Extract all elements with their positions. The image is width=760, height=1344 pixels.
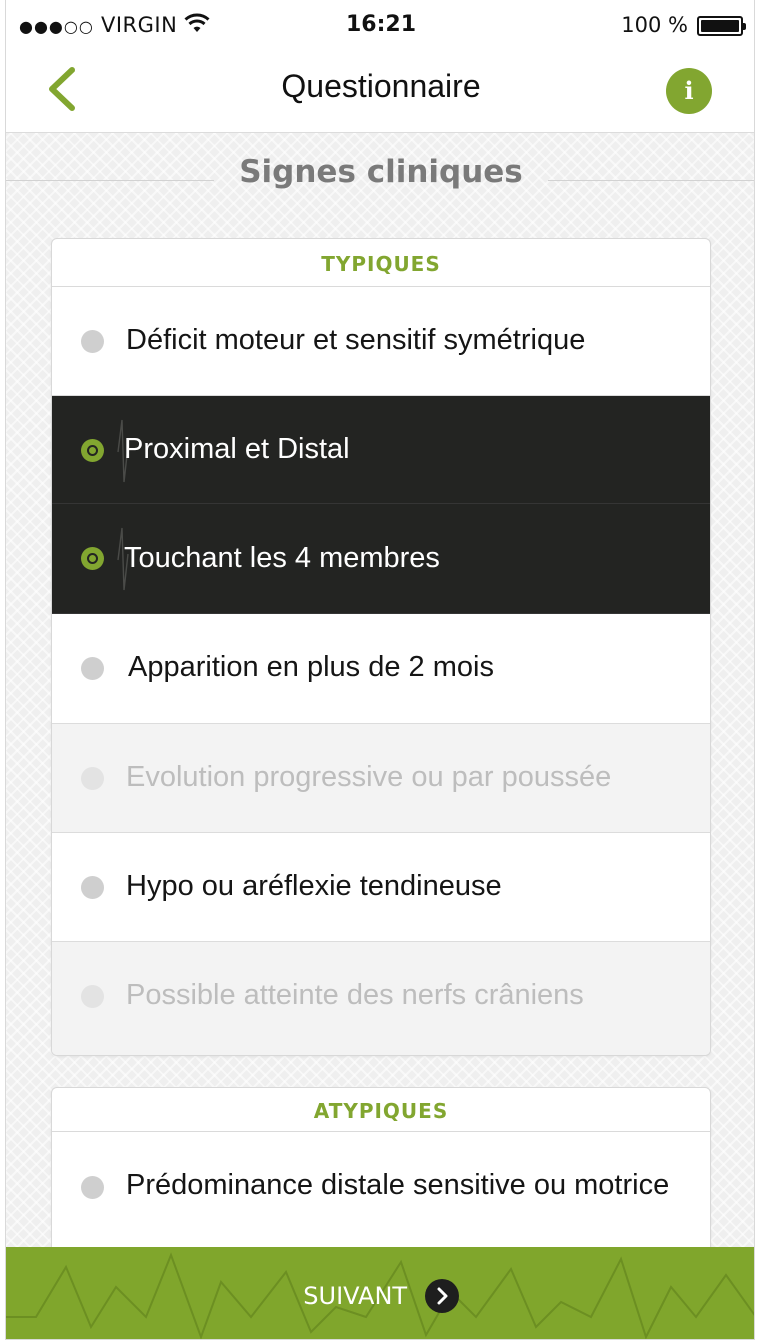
chevron-right-icon	[424, 1279, 459, 1313]
option-label: Apparition en plus de 2 mois	[128, 651, 494, 683]
option-hypo-areflexie[interactable]: Hypo ou aréflexie tendineuse	[52, 833, 710, 942]
option-label: Déficit moteur et sensitif symétrique	[126, 324, 586, 356]
radio-icon	[81, 330, 104, 353]
card-header-atypiques: ATYPIQUES	[52, 1088, 710, 1132]
radio-icon	[81, 1176, 104, 1199]
radio-selected-icon	[81, 439, 104, 462]
radio-icon	[81, 657, 104, 680]
page-title: Questionnaire	[281, 68, 481, 104]
card-typiques: TYPIQUES Déficit moteur et sensitif symé…	[51, 238, 711, 1056]
info-icon[interactable]: i	[666, 68, 712, 114]
next-cta: SUIVANT	[6, 1279, 754, 1313]
option-proximal-distal[interactable]: Proximal et Distal	[52, 396, 710, 504]
status-bar: ●●●○○ VIRGIN 16:21 100 %	[6, 0, 754, 52]
section-title: Signes cliniques	[239, 154, 523, 190]
option-evolution[interactable]: Evolution progressive ou par poussée	[52, 724, 710, 833]
radio-icon	[81, 985, 104, 1008]
option-quatre-membres[interactable]: Touchant les 4 membres	[52, 504, 710, 614]
option-deficit-moteur[interactable]: Déficit moteur et sensitif symétrique	[52, 287, 710, 396]
radio-selected-icon	[81, 547, 104, 570]
option-label: Possible atteinte des nerfs crâniens	[126, 979, 584, 1011]
section-header: Signes cliniques	[6, 154, 754, 200]
card-header-typiques: TYPIQUES	[52, 239, 710, 287]
next-button-label: SUIVANT	[303, 1282, 408, 1310]
option-nerfs-craniens[interactable]: Possible atteinte des nerfs crâniens	[52, 942, 710, 1055]
radio-icon	[81, 876, 104, 899]
app-screen: ●●●○○ VIRGIN 16:21 100 % Questionnaire i…	[5, 0, 755, 1340]
radio-icon	[81, 767, 104, 790]
option-label: Evolution progressive ou par poussée	[126, 761, 612, 793]
option-label: Proximal et Distal	[124, 433, 350, 465]
option-label: Prédominance distale sensitive ou motric…	[126, 1169, 670, 1201]
option-apparition[interactable]: Apparition en plus de 2 mois	[52, 614, 710, 724]
option-label: Touchant les 4 membres	[124, 542, 440, 574]
battery-icon	[697, 16, 746, 36]
battery-percent: 100 %	[621, 13, 688, 37]
nav-bar: Questionnaire i	[6, 52, 754, 133]
next-button[interactable]: SUIVANT	[6, 1247, 754, 1339]
option-label: Hypo ou aréflexie tendineuse	[126, 870, 502, 902]
